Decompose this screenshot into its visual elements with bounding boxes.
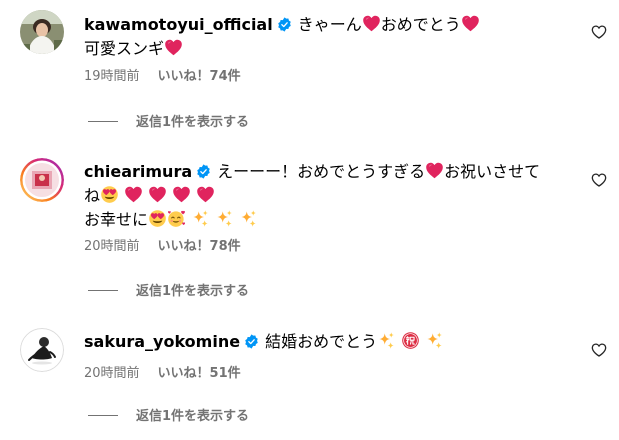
divider <box>88 121 118 122</box>
comment-text-segment: ね <box>84 186 101 205</box>
comment-text: chiearimura えーーー！おめでとうすぎる お祝いさせて <box>84 160 564 184</box>
verified-badge-icon <box>244 334 259 349</box>
username[interactable]: sakura_yokomine <box>84 332 240 351</box>
view-replies-button[interactable]: 返信1件を表示する <box>88 409 249 425</box>
verified-badge-icon <box>196 164 211 179</box>
comment-text-segment: 結婚おめでとう <box>265 332 378 351</box>
like-count[interactable]: いいね！51件 <box>158 366 241 381</box>
timestamp[interactable]: 20時間前 <box>84 239 140 254</box>
avatar[interactable] <box>20 10 64 54</box>
comment-text-line: お幸せに <box>84 208 564 232</box>
timestamp[interactable]: 19時間前 <box>84 69 140 84</box>
sparkles-emoji <box>377 331 396 350</box>
comment-text: sakura_yokomine 結婚おめでとう <box>84 330 564 354</box>
comment-item: kawamotoyui_official きゃーん おめでとう 可愛スンギ 19時間… <box>0 0 619 140</box>
comment-meta: 20時間前 いいね！78件 <box>84 239 241 255</box>
comment-text-segment: 可愛スンギ <box>84 39 165 58</box>
sparkles-emoji <box>191 209 210 228</box>
username[interactable]: chiearimura <box>84 162 192 181</box>
heart-outline-icon[interactable] <box>591 342 607 358</box>
comment-text-segment: きゃーん <box>297 15 362 34</box>
red-heart-emoji <box>461 14 480 33</box>
heart-outline-icon[interactable] <box>591 172 607 188</box>
username[interactable]: kawamotoyui_official <box>84 15 273 34</box>
sparkles-emoji <box>425 331 444 350</box>
comment-text-segment: お幸せに <box>84 210 149 229</box>
view-replies-button[interactable]: 返信1件を表示する <box>88 284 249 300</box>
smiling-face-with-hearts-emoji <box>167 209 186 228</box>
sparkles-emoji <box>239 209 258 228</box>
comment-text-line: 可愛スンギ <box>84 37 564 61</box>
like-count[interactable]: いいね！74件 <box>158 69 241 84</box>
view-replies-label: 返信1件を表示する <box>136 284 250 299</box>
avatar[interactable] <box>20 328 64 372</box>
comment-text: kawamotoyui_official きゃーん おめでとう <box>84 13 564 37</box>
view-replies-label: 返信1件を表示する <box>136 115 250 130</box>
sparkles-emoji <box>215 209 234 228</box>
japanese-congratulations-button-emoji <box>401 331 420 350</box>
red-heart-emoji <box>362 14 381 33</box>
red-heart-emoji <box>196 185 215 204</box>
comment-item: chiearimura えーーー！おめでとうすぎる お祝いさせて ね お幸せに 20… <box>0 140 619 310</box>
comment-meta: 20時間前 いいね！51件 <box>84 366 241 382</box>
comment-text-segment: えーーー！おめでとうすぎる <box>217 162 426 181</box>
avatar[interactable] <box>20 158 64 202</box>
comment-text-segment: おめでとう <box>380 15 461 34</box>
comment-item: sakura_yokomine 結婚おめでとう 20時間前 いいね！51件 返信1件… <box>0 310 619 440</box>
comment-meta: 19時間前 いいね！74件 <box>84 69 241 85</box>
timestamp[interactable]: 20時間前 <box>84 366 140 381</box>
heart-outline-icon[interactable] <box>591 24 607 40</box>
red-heart-emoji <box>164 38 183 57</box>
heart-eyes-emoji <box>100 185 119 204</box>
red-heart-emoji <box>124 185 143 204</box>
comment-text-segment: お祝いさせて <box>444 162 541 181</box>
red-heart-emoji <box>425 161 444 180</box>
verified-badge-icon <box>277 17 292 32</box>
divider <box>88 290 118 291</box>
divider <box>88 415 118 416</box>
red-heart-emoji <box>172 185 191 204</box>
heart-eyes-emoji <box>148 209 167 228</box>
view-replies-label: 返信1件を表示する <box>136 409 250 424</box>
view-replies-button[interactable]: 返信1件を表示する <box>88 115 249 131</box>
comment-text-line: ね <box>84 184 564 208</box>
red-heart-emoji <box>148 185 167 204</box>
like-count[interactable]: いいね！78件 <box>158 239 241 254</box>
